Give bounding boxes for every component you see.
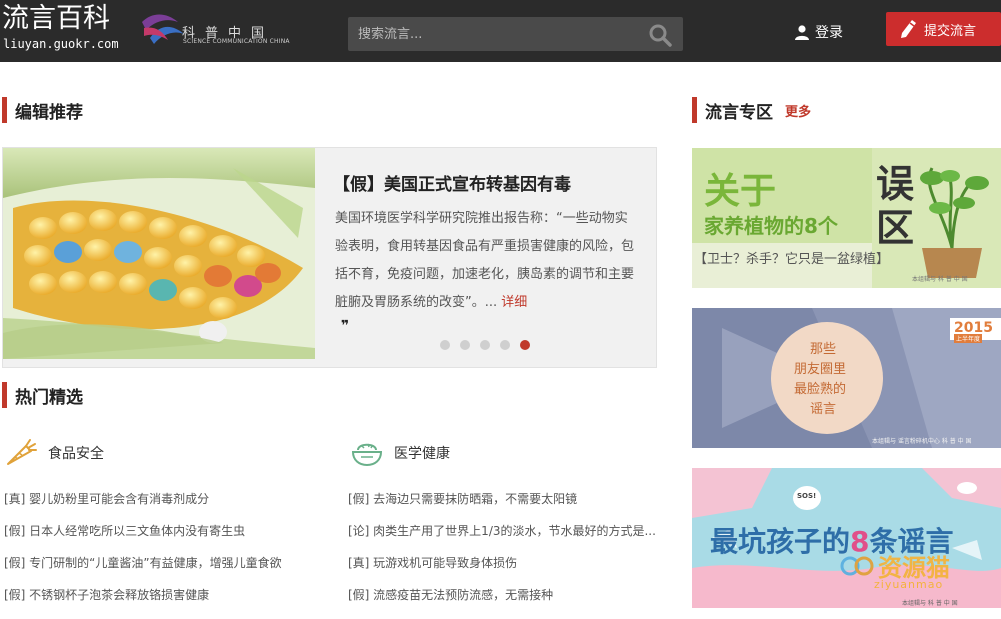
hot-picks-header: 热门精选 bbox=[2, 382, 83, 408]
section-marker bbox=[2, 97, 7, 123]
tile-footer: 本组辑与 科 普 中 国 bbox=[912, 276, 968, 283]
bowl-icon bbox=[351, 443, 383, 467]
tile-text-myth: 误区 bbox=[876, 162, 915, 250]
search-box bbox=[348, 17, 683, 51]
editor-pick-title: 编辑推荐 bbox=[15, 102, 83, 123]
special-tile-wechat[interactable]: 2015 上半年度 那些 朋友圈里 最脸熟的 谣言 本组辑与 谣言粉碎机中心 科… bbox=[692, 308, 1001, 448]
special-tile-plants[interactable]: 关于 家养植物的8个 误区 【卫士？杀手？它只是一盆绿植】 本组辑与 科 普 中… bbox=[692, 148, 1001, 288]
special-more-link[interactable]: 更多 bbox=[785, 101, 811, 120]
carousel-dot[interactable] bbox=[440, 340, 450, 350]
tile-poem-1: 那些 bbox=[810, 342, 837, 357]
category-food-safety[interactable]: 食品安全 bbox=[4, 438, 104, 468]
section-marker bbox=[692, 97, 697, 123]
submit-rumor-button[interactable]: 提交流言 bbox=[886, 12, 1001, 46]
list-item[interactable]: [假] 不锈钢杯子泡茶会释放铬损害健康 bbox=[4, 587, 334, 619]
watermark-url: ziyuanmao bbox=[874, 578, 944, 591]
featured-description: 美国环境医学科学研究院推出报告称：“一些动物实验表明，食用转基因食品有严重损害健… bbox=[335, 205, 635, 317]
search-icon[interactable] bbox=[648, 23, 672, 47]
featured-more-link[interactable]: 详细 bbox=[501, 295, 527, 310]
list-item[interactable]: [假] 专门研制的“儿童酱油”有益健康，增强儿童食欲 bbox=[4, 555, 334, 587]
watermark-logo-icon bbox=[840, 556, 874, 575]
kepu-logo-icon[interactable] bbox=[138, 8, 186, 48]
site-url[interactable]: liuyan.guokr.com bbox=[3, 37, 119, 51]
tile-footer: 本组辑与 谣言粉碎机中心 科 普 中 国 bbox=[872, 438, 972, 445]
carousel-dot[interactable] bbox=[500, 340, 510, 350]
pencil-icon bbox=[901, 20, 916, 38]
search-input[interactable] bbox=[348, 17, 638, 51]
featured-image[interactable] bbox=[3, 148, 315, 359]
user-icon bbox=[795, 25, 809, 40]
carousel-indicators bbox=[440, 340, 530, 350]
site-logo[interactable]: 流言百科 bbox=[2, 4, 110, 34]
list-item[interactable]: [假] 流感疫苗无法预防流感，无需接种 bbox=[348, 587, 656, 619]
category-label: 食品安全 bbox=[48, 446, 104, 462]
featured-title[interactable]: 【假】美国正式宣布转基因有毒 bbox=[333, 170, 571, 195]
hot-picks-title: 热门精选 bbox=[15, 387, 83, 408]
section-marker bbox=[2, 382, 7, 408]
top-navbar: 流言百科 liuyan.guokr.com 科普中国 SCIENCE COMMU… bbox=[0, 0, 1001, 62]
tile-badge: SOS! bbox=[797, 492, 817, 500]
list-item[interactable]: [真] 婴儿奶粉里可能会含有消毒剂成分 bbox=[4, 491, 334, 523]
partner-name-en: SCIENCE COMMUNICATION CHINA bbox=[183, 38, 290, 45]
medical-health-list: [假] 去海边只需要抹防晒霜，不需要太阳镜 [论] 肉类生产用了世界上1/3的淡… bbox=[348, 491, 656, 619]
tile-text-plants: 家养植物的8个 bbox=[704, 214, 838, 238]
special-tile-children[interactable]: SOS! 最坑孩子的8条谣言 本组辑与 科 普 中 国 资源猫 ziyuanma… bbox=[692, 468, 1001, 608]
tile-title-a: 最坑孩子的 bbox=[710, 525, 851, 558]
tile-poem-2: 朋友圈里 bbox=[794, 362, 847, 377]
special-zone-header: 流言专区 更多 bbox=[692, 97, 811, 123]
featured-description-text: 美国环境医学科学研究院推出报告称：“一些动物实验表明，食用转基因食品有严重损害健… bbox=[335, 211, 635, 310]
list-item[interactable]: [论] 肉类生产用了世界上1/3的淡水，节水最好的方式是... bbox=[348, 523, 656, 555]
tile-text-about: 关于 bbox=[704, 171, 777, 212]
carousel-dot[interactable] bbox=[460, 340, 470, 350]
tile-year-sub: 上半年度 bbox=[954, 334, 983, 343]
corn-image-icon bbox=[3, 148, 315, 359]
food-safety-list: [真] 婴儿奶粉里可能会含有消毒剂成分 [假] 日本人经常吃所以三文鱼体内没有寄… bbox=[4, 491, 334, 619]
list-item[interactable]: [真] 玩游戏机可能导致身体损伤 bbox=[348, 555, 656, 587]
carrot-icon bbox=[7, 439, 37, 465]
carousel-dot[interactable] bbox=[480, 340, 490, 350]
carousel-dot-active[interactable] bbox=[520, 340, 530, 350]
category-medical-health[interactable]: 医学健康 bbox=[350, 438, 450, 468]
list-item[interactable]: [假] 去海边只需要抹防晒霜，不需要太阳镜 bbox=[348, 491, 656, 523]
featured-carousel: 【假】美国正式宣布转基因有毒 美国环境医学科学研究院推出报告称：“一些动物实验表… bbox=[2, 147, 657, 368]
tile-poem-4: 谣言 bbox=[810, 402, 837, 417]
submit-label: 提交流言 bbox=[924, 23, 977, 39]
special-zone-title: 流言专区 bbox=[705, 102, 773, 123]
tile-poem-3: 最脸熟的 bbox=[794, 382, 847, 397]
category-label: 医学健康 bbox=[394, 446, 450, 462]
editor-pick-header: 编辑推荐 bbox=[2, 97, 83, 123]
tile-footer: 本组辑与 科 普 中 国 bbox=[902, 600, 958, 607]
tile-caption: 【卫士？杀手？它只是一盆绿植】 bbox=[694, 252, 890, 267]
list-item[interactable]: [假] 日本人经常吃所以三文鱼体内没有寄生虫 bbox=[4, 523, 334, 555]
quote-icon: ❞ bbox=[341, 318, 350, 334]
login-link[interactable]: 登录 bbox=[794, 22, 843, 42]
login-label: 登录 bbox=[815, 25, 843, 41]
